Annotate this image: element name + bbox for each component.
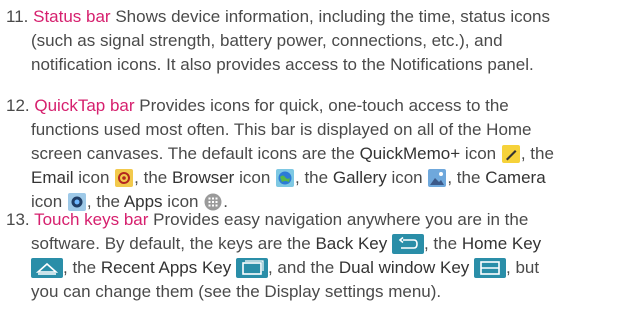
- term-touch-keys-bar: Touch keys bar: [34, 210, 149, 229]
- recent-apps-key-icon: [235, 258, 268, 278]
- description-line: you can change them (see the Display set…: [31, 282, 442, 301]
- term-status-bar: Status bar: [33, 7, 111, 26]
- label-dual-window-key: Dual window Key: [338, 258, 470, 277]
- label-gallery: Gallery: [332, 168, 387, 187]
- term-quicktap-bar: QuickTap bar: [34, 96, 135, 115]
- list-item-touch-keys-bar: 13. Touch keys bar Provides easy navigat…: [6, 208, 628, 304]
- gallery-icon: [428, 169, 447, 187]
- home-key-icon: [31, 258, 63, 278]
- email-icon: [115, 169, 134, 187]
- manual-page: 11. Status bar Shows device information,…: [0, 0, 633, 311]
- description-line: (such as signal strength, battery power,…: [31, 31, 503, 50]
- quickmemo-icon: [501, 145, 520, 163]
- label-camera: Camera: [485, 168, 546, 187]
- label-quickmemo: QuickMemo+: [359, 144, 461, 163]
- description-line: screen canvases. The default icons are t…: [31, 144, 355, 163]
- browser-icon: [276, 169, 295, 187]
- description-line: notification icons. It also provides acc…: [31, 55, 534, 74]
- label-recent-apps-key: Recent Apps Key: [100, 258, 232, 277]
- label-browser: Browser: [172, 168, 235, 187]
- description-line: Shows device information, including the …: [115, 7, 551, 26]
- description-line: Provides icons for quick, one-touch acce…: [139, 96, 509, 115]
- label-home-key: Home Key: [461, 234, 542, 253]
- description-line: Provides easy navigation anywhere you ar…: [153, 210, 529, 229]
- label-email: Email: [31, 168, 74, 187]
- back-key-icon: [391, 234, 424, 254]
- dual-window-key-icon: [474, 258, 507, 278]
- icon-word: icon: [464, 144, 497, 163]
- list-item-status-bar: 11. Status bar Shows device information,…: [6, 5, 628, 77]
- label-back-key: Back Key: [315, 234, 388, 253]
- description-line: software. By default, the keys are the: [31, 234, 311, 253]
- item-number: 12.: [6, 96, 30, 115]
- item-number: 13.: [6, 210, 30, 229]
- description-line: functions used most often. This bar is d…: [31, 120, 532, 139]
- item-number: 11.: [6, 7, 29, 26]
- list-item-quicktap-bar: 12. QuickTap bar Provides icons for quic…: [6, 94, 628, 214]
